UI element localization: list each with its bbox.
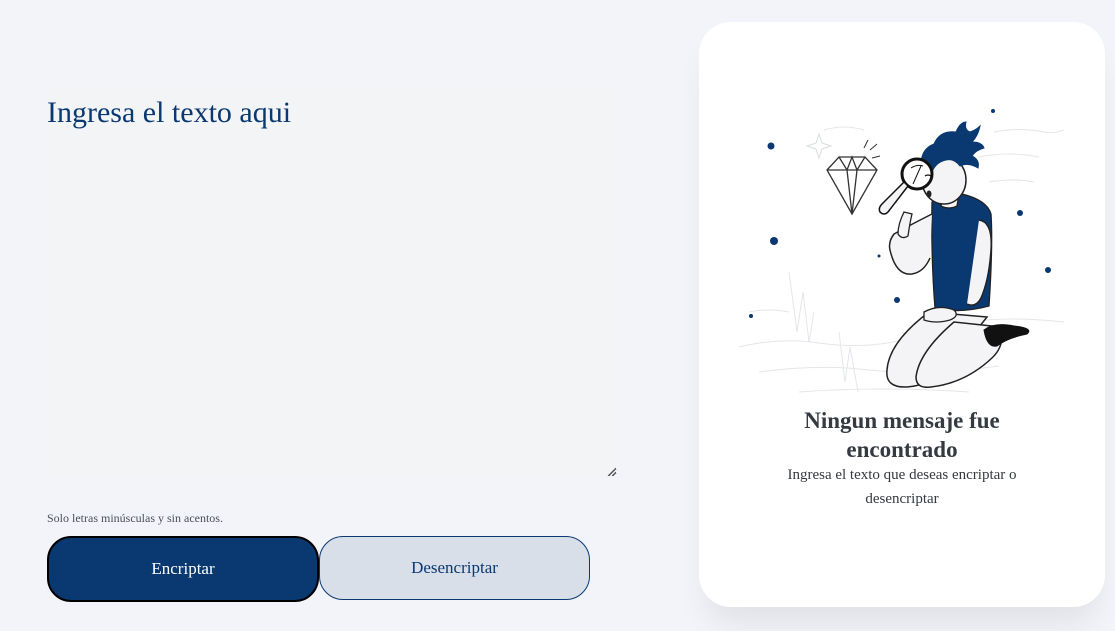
text-input[interactable] bbox=[47, 88, 617, 477]
encrypt-button[interactable]: Encriptar bbox=[47, 536, 319, 602]
page: Solo letras minúsculas y sin acentos. En… bbox=[0, 0, 1115, 631]
result-title: Ningun mensaje fue encontrado bbox=[804, 408, 1000, 462]
person-with-magnifying-glass-illustration bbox=[739, 109, 1065, 393]
input-hint: Solo letras minúsculas y sin acentos. bbox=[47, 511, 223, 525]
result-panel: Ningun mensaje fue encontrado Ingresa el… bbox=[699, 22, 1105, 607]
decrypt-button[interactable]: Desencriptar bbox=[319, 536, 590, 600]
input-section: Solo letras minúsculas y sin acentos. En… bbox=[0, 0, 680, 631]
result-message: Ingresa el texto que deseas encriptar o … bbox=[787, 467, 1017, 507]
resize-grip-icon[interactable] bbox=[607, 467, 616, 476]
text-input-container bbox=[47, 88, 617, 477]
